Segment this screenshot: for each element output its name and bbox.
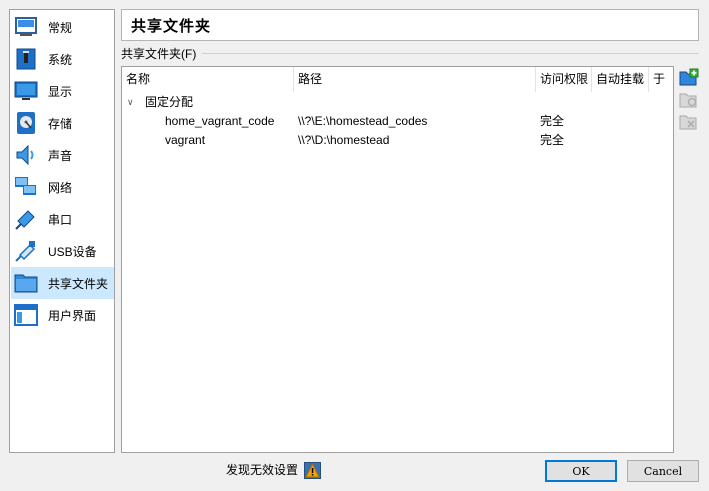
sidebar-item-label: 网络: [48, 180, 73, 195]
sidebar-item-label: 显示: [48, 84, 73, 99]
sidebar-item-label: 共享文件夹: [48, 276, 109, 291]
group-title: 共享文件夹(F): [121, 46, 699, 61]
table-row[interactable]: vagrant \\?\D:\homestead 完全: [122, 131, 673, 150]
table-group-row[interactable]: ∨ 固定分配: [122, 93, 673, 112]
invalid-settings-label: 发现无效设置: [226, 463, 299, 477]
sidebar-item-label: 串口: [48, 212, 73, 227]
serial-port-icon: [15, 210, 35, 230]
group-title-label: 共享文件夹(F): [121, 46, 197, 61]
storage-icon: [17, 112, 35, 134]
sidebar-item-label: 系统: [48, 52, 73, 67]
sidebar-item-storage[interactable]: 存储: [11, 107, 114, 139]
sidebar-item-display[interactable]: 显示: [11, 75, 114, 107]
remove-shared-folder-icon[interactable]: [679, 112, 699, 132]
sidebar-item-label: 存储: [48, 116, 73, 131]
column-header-name[interactable]: 名称: [122, 67, 294, 92]
sidebar-item-audio[interactable]: 声音: [11, 139, 114, 171]
group-label: 固定分配: [145, 95, 194, 109]
folder-path: \\?\E:\homestead_codes: [298, 114, 428, 128]
warning-icon[interactable]: [304, 462, 321, 479]
column-header-access[interactable]: 访问权限: [536, 67, 592, 92]
sidebar-item-label: USB设备: [48, 244, 97, 259]
sidebar-item-usb[interactable]: USB设备: [11, 235, 114, 267]
shared-folders-table[interactable]: 名称 路径 访问权限 自动挂载 于 ∨ 固定分配 home_vagrant_co…: [121, 66, 674, 453]
shared-folder-icon: [14, 274, 38, 293]
table-row[interactable]: home_vagrant_code \\?\E:\homestead_codes…: [122, 112, 673, 131]
network-icon: [15, 177, 36, 195]
display-icon: [14, 81, 38, 100]
sidebar-item-label: 用户界面: [48, 308, 97, 323]
ok-button[interactable]: OK: [545, 460, 617, 482]
column-header-automount[interactable]: 自动挂载: [592, 67, 649, 92]
folder-name: vagrant: [165, 133, 206, 147]
general-icon: [15, 17, 37, 36]
sidebar-item-network[interactable]: 网络: [11, 171, 114, 203]
sidebar-item-system[interactable]: 系统: [11, 43, 114, 75]
column-header-path[interactable]: 路径: [294, 67, 536, 92]
settings-sidebar: 常规 系统 显示 存储 声音 网络 串口 USB设备 共享文件夹 用户界面: [9, 9, 115, 453]
usb-icon: [15, 241, 36, 262]
sidebar-item-label: 常规: [48, 20, 73, 35]
table-header: 名称 路径 访问权限 自动挂载 于: [122, 67, 673, 92]
sidebar-item-shared-folders[interactable]: 共享文件夹: [11, 267, 114, 299]
sidebar-item-user-interface[interactable]: 用户界面: [11, 299, 114, 331]
user-interface-icon: [14, 304, 38, 326]
sidebar-item-general[interactable]: 常规: [11, 11, 114, 43]
folder-access: 完全: [540, 133, 565, 147]
folder-access: 完全: [540, 114, 565, 128]
chevron-down-icon[interactable]: ∨: [127, 93, 134, 112]
folder-path: \\?\D:\homestead: [298, 133, 390, 147]
edit-shared-folder-icon[interactable]: [679, 90, 699, 110]
sidebar-item-serial-port[interactable]: 串口: [11, 203, 114, 235]
system-icon: [16, 48, 36, 70]
page-title: 共享文件夹: [121, 9, 699, 41]
divider: [202, 52, 699, 54]
add-shared-folder-icon[interactable]: [679, 68, 699, 88]
audio-icon: [16, 144, 34, 166]
folder-name: home_vagrant_code: [165, 114, 275, 128]
column-header-at[interactable]: 于: [649, 67, 673, 92]
sidebar-item-label: 声音: [48, 148, 73, 163]
cancel-button[interactable]: Cancel: [627, 460, 699, 482]
